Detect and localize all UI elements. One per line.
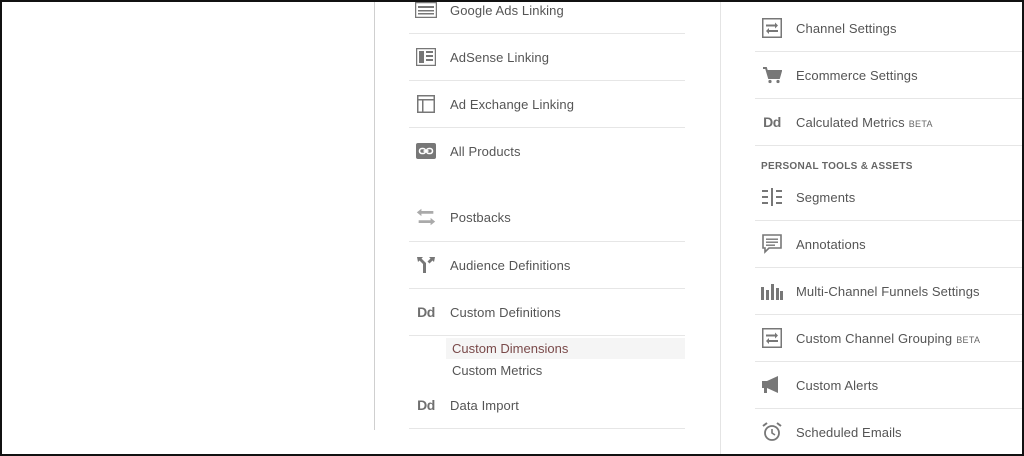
menu-item-label: Segments xyxy=(796,189,856,205)
menu-item-label: All Products xyxy=(450,143,521,159)
menu-item-postbacks[interactable]: Postbacks xyxy=(409,194,685,240)
menu-item-label: Audience Definitions xyxy=(450,257,571,273)
submenu-item-custom-metrics[interactable]: Custom Metrics xyxy=(446,360,685,381)
adsense-icon xyxy=(415,46,437,68)
megaphone-icon xyxy=(761,374,783,396)
postbacks-icon xyxy=(415,206,437,228)
menu-item-label: Postbacks xyxy=(450,209,511,225)
dd-icon: Dd xyxy=(763,114,781,130)
section-header-personal-tools: PERSONAL TOOLS & ASSETS xyxy=(761,161,913,172)
menu-item-label: Custom Definitions xyxy=(450,304,561,320)
beta-badge: BETA xyxy=(908,118,933,129)
menu-item-label: Google Ads Linking xyxy=(450,2,564,18)
audience-fork-icon xyxy=(415,254,437,276)
cart-icon xyxy=(761,64,783,86)
menu-item-multi-channel-funnels-settings[interactable]: Multi-Channel Funnels Settings xyxy=(755,268,1022,314)
divider xyxy=(755,145,1022,146)
menu-item-data-import[interactable]: Dd Data Import xyxy=(409,382,685,428)
menu-item-label: Custom Alerts xyxy=(796,377,879,393)
channel-grouping-icon xyxy=(761,327,783,349)
alarm-clock-icon xyxy=(761,421,783,443)
channel-settings-icon xyxy=(761,17,783,39)
menu-item-calculated-metrics[interactable]: Dd Calculated Metrics BETA xyxy=(755,99,1022,145)
divider xyxy=(409,335,685,336)
menu-item-annotations[interactable]: Annotations xyxy=(755,221,1022,267)
google-ads-icon xyxy=(415,0,437,21)
menu-item-segments[interactable]: Segments xyxy=(755,174,1022,220)
menu-item-label: Scheduled Emails xyxy=(796,424,902,440)
menu-item-all-products[interactable]: All Products xyxy=(409,128,685,174)
menu-item-label: Ecommerce Settings xyxy=(796,67,918,83)
dd-icon: Dd xyxy=(417,397,435,413)
column-divider-left xyxy=(374,0,375,430)
menu-item-google-ads-linking[interactable]: Google Ads Linking xyxy=(409,0,685,33)
submenu-item-custom-dimensions[interactable]: Custom Dimensions xyxy=(446,338,685,359)
menu-item-adsense-linking[interactable]: AdSense Linking xyxy=(409,34,685,80)
menu-item-label: Multi-Channel Funnels Settings xyxy=(796,283,980,299)
link-icon xyxy=(415,140,437,162)
menu-item-custom-channel-grouping[interactable]: Custom Channel Grouping BETA xyxy=(755,315,1022,361)
bar-chart-icon xyxy=(761,280,783,302)
ad-exchange-icon xyxy=(415,93,437,115)
menu-item-channel-settings[interactable]: Channel Settings xyxy=(755,5,1022,51)
menu-item-custom-definitions[interactable]: Dd Custom Definitions xyxy=(409,289,685,335)
menu-item-label: Channel Settings xyxy=(796,20,897,36)
beta-badge: BETA xyxy=(956,334,981,345)
annotations-icon xyxy=(761,233,783,255)
column-divider-right xyxy=(720,0,721,456)
divider xyxy=(409,428,685,429)
menu-item-label: Ad Exchange Linking xyxy=(450,96,575,112)
menu-item-label: Custom Channel Grouping BETA xyxy=(796,330,981,346)
menu-item-label: AdSense Linking xyxy=(450,49,550,65)
menu-item-scheduled-emails[interactable]: Scheduled Emails xyxy=(755,409,1022,455)
menu-item-ecommerce-settings[interactable]: Ecommerce Settings xyxy=(755,52,1022,98)
menu-item-label: Annotations xyxy=(796,236,866,252)
menu-item-ad-exchange-linking[interactable]: Ad Exchange Linking xyxy=(409,81,685,127)
segments-icon xyxy=(761,186,783,208)
menu-item-label: Data Import xyxy=(450,397,520,413)
menu-item-custom-alerts[interactable]: Custom Alerts xyxy=(755,362,1022,408)
dd-icon: Dd xyxy=(417,304,435,320)
menu-item-label: Calculated Metrics BETA xyxy=(796,114,933,130)
menu-item-audience-definitions[interactable]: Audience Definitions xyxy=(409,242,685,288)
